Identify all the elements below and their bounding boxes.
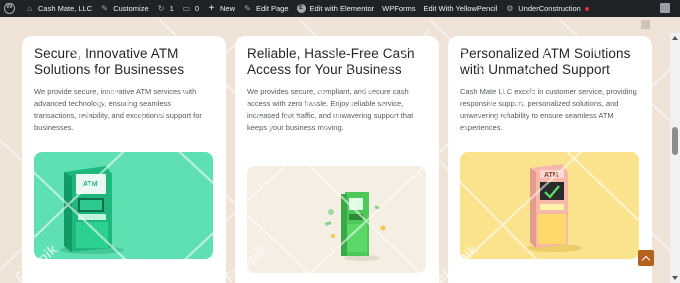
- brush-icon: ✎: [101, 4, 109, 13]
- pencil-icon: ✎: [244, 4, 251, 13]
- card-title: Reliable, Hassle-Free Cash Access for Yo…: [247, 46, 415, 77]
- atm-illustration-green: ATM: [34, 152, 213, 259]
- comment-icon: ▭: [182, 4, 191, 13]
- card-image: [247, 166, 426, 273]
- comments-count: 0: [194, 4, 199, 13]
- updates-icon: ↻: [157, 4, 165, 13]
- feature-card-2: Reliable, Hassle-Free Cash Access for Yo…: [235, 36, 439, 283]
- page-header-strip: [0, 17, 680, 33]
- site-name-menu[interactable]: ⌂ Cash Mate, LLC: [21, 0, 96, 17]
- wp-admin-bar: ⌂ Cash Mate, LLC ✎ Customize ↻ 1 ▭ 0 + N…: [0, 0, 680, 17]
- wpforms-link[interactable]: WPForms: [378, 0, 419, 17]
- atm-illustration-yellow: ATM: [460, 152, 639, 259]
- scroll-up-arrow-icon[interactable]: [672, 36, 678, 40]
- updates-link[interactable]: ↻ 1: [153, 0, 178, 17]
- edit-page-label: Edit Page: [256, 4, 289, 13]
- yellowpencil-label: Edit With YellowPencil: [423, 4, 498, 13]
- atm-label: ATM: [544, 172, 559, 179]
- scrollbar-thumb[interactable]: [672, 127, 678, 155]
- elementor-label: Edit with Elementor: [309, 4, 375, 13]
- card-title: Personalized ATM Solutions with Unmatche…: [460, 46, 631, 77]
- new-content-menu[interactable]: + New: [203, 0, 239, 17]
- feature-card-3: Personalized ATM Solutions with Unmatche…: [448, 36, 652, 283]
- elementor-icon: E: [296, 4, 306, 13]
- comments-link[interactable]: ▭ 0: [178, 0, 203, 17]
- card-image: ATM: [34, 152, 213, 259]
- under-construction-link[interactable]: ⚙ UnderConstruction: [501, 0, 593, 17]
- customize-label: Customize: [113, 4, 149, 13]
- wordpress-logo-icon[interactable]: [4, 3, 15, 14]
- feature-card-1: Secure, Innovative ATM Solutions for Bus…: [22, 36, 226, 283]
- vertical-scrollbar[interactable]: [670, 33, 680, 283]
- card-image: ATM: [460, 152, 639, 259]
- edit-page-link[interactable]: ✎ Edit Page: [239, 0, 293, 17]
- atm-label: ATM: [83, 181, 98, 188]
- home-icon: ⌂: [27, 4, 32, 13]
- back-to-top-button[interactable]: [638, 250, 654, 266]
- updates-count: 1: [169, 4, 174, 13]
- yellowpencil-link[interactable]: Edit With YellowPencil: [420, 0, 502, 17]
- site-name-label: Cash Mate, LLC: [38, 4, 93, 13]
- card-description: We provide secure, innovative ATM servic…: [34, 87, 202, 132]
- gear-icon: ⚙: [506, 4, 514, 13]
- menu-icon[interactable]: [641, 20, 650, 29]
- card-description: Cash Mate LLC excels in customer service…: [460, 87, 637, 132]
- card-title: Secure, Innovative ATM Solutions for Bus…: [34, 46, 185, 77]
- status-dot-icon: [584, 6, 589, 11]
- under-construction-label: UnderConstruction: [518, 4, 581, 13]
- scroll-down-arrow-icon[interactable]: [672, 276, 678, 280]
- elementor-link[interactable]: E Edit with Elementor: [293, 0, 379, 17]
- wpforms-label: WPForms: [382, 4, 416, 13]
- avatar[interactable]: [660, 3, 670, 13]
- card-description: We provides secure, compliant, and secur…: [247, 87, 414, 132]
- atm-illustration-cream: [247, 166, 426, 273]
- plus-icon: +: [208, 3, 215, 14]
- customize-link[interactable]: ✎ Customize: [96, 0, 152, 17]
- new-label: New: [219, 4, 235, 13]
